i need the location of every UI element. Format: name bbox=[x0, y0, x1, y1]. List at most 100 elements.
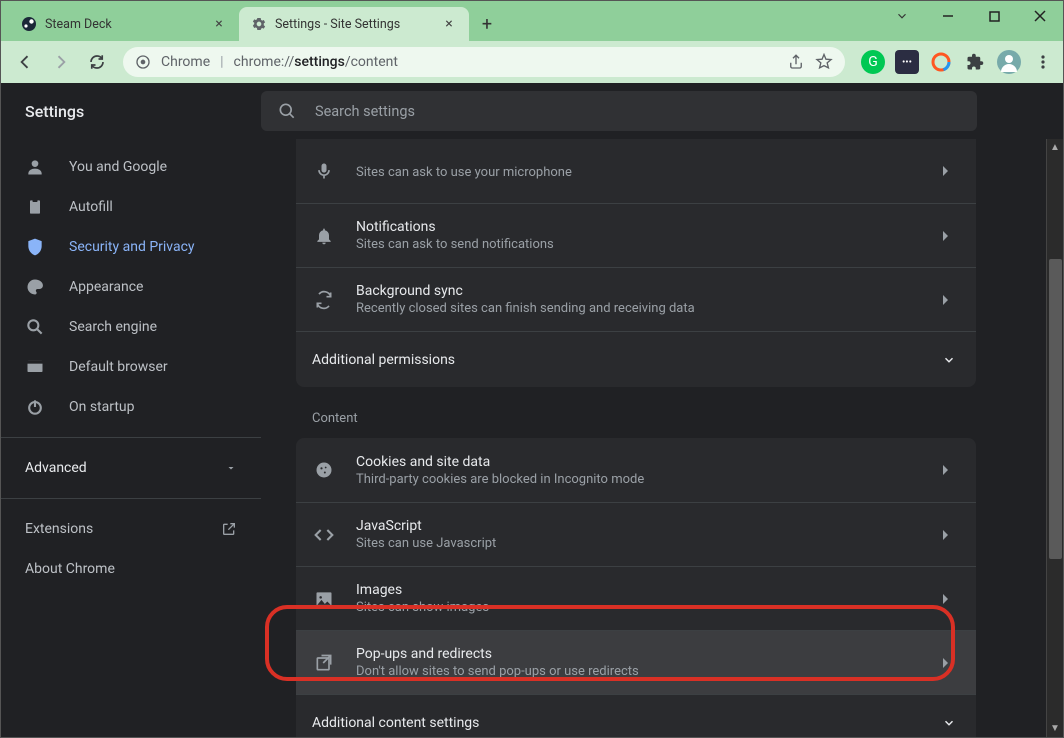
sidebar-item-label: Search engine bbox=[69, 319, 157, 335]
expander-label: Additional content settings bbox=[312, 715, 479, 731]
scroll-thumb[interactable] bbox=[1049, 259, 1062, 559]
browser-toolbar: Chrome | chrome://settings/content G ••• bbox=[1, 41, 1063, 83]
extension-icons: G ••• bbox=[861, 50, 1055, 74]
sidebar-item-on-startup[interactable]: On startup bbox=[1, 387, 245, 427]
palette-icon bbox=[25, 277, 45, 297]
sidebar-item-label: Extensions bbox=[25, 521, 93, 537]
row-subtitle: Recently closed sites can finish sending… bbox=[356, 301, 916, 316]
row-subtitle: Don't allow sites to send pop-ups or use… bbox=[356, 664, 916, 679]
sidebar-about-chrome[interactable]: About Chrome bbox=[1, 549, 245, 589]
setting-row-images[interactable]: Images Sites can show images bbox=[296, 566, 976, 630]
row-subtitle: Sites can show images bbox=[356, 600, 916, 615]
caret-down-icon[interactable] bbox=[879, 1, 925, 31]
chrome-menu-button[interactable] bbox=[1031, 50, 1055, 74]
sidebar-item-search-engine[interactable]: Search engine bbox=[1, 307, 245, 347]
page-title: Settings bbox=[1, 102, 261, 121]
reload-button[interactable] bbox=[81, 46, 113, 78]
maximize-button[interactable] bbox=[971, 1, 1017, 31]
row-title: Images bbox=[356, 582, 916, 598]
row-subtitle: Third-party cookies are blocked in Incog… bbox=[356, 472, 916, 487]
profile-avatar[interactable] bbox=[997, 50, 1021, 74]
additional-content-expander[interactable]: Additional content settings bbox=[296, 694, 976, 737]
share-icon[interactable] bbox=[787, 53, 805, 71]
setting-row-notifications[interactable]: Notifications Sites can ask to send noti… bbox=[296, 203, 976, 267]
chevron-right-icon bbox=[936, 593, 956, 605]
close-window-button[interactable] bbox=[1017, 1, 1063, 31]
window-controls bbox=[879, 1, 1063, 31]
chevron-right-icon bbox=[936, 464, 956, 476]
new-tab-button[interactable]: + bbox=[473, 10, 501, 38]
sidebar-item-autofill[interactable]: Autofill bbox=[1, 187, 245, 227]
sidebar-item-label: Appearance bbox=[69, 279, 143, 295]
chevron-right-icon bbox=[936, 230, 956, 242]
expander-label: Additional permissions bbox=[312, 352, 455, 368]
setting-row-microphone[interactable]: Sites can ask to use your microphone bbox=[296, 139, 976, 203]
window-titlebar: Steam Deck × Settings - Site Settings × … bbox=[1, 1, 1063, 41]
search-settings-input[interactable]: Search settings bbox=[261, 91, 977, 131]
scroll-up-icon[interactable]: ▲ bbox=[1047, 139, 1063, 156]
bookmark-icon[interactable] bbox=[815, 53, 833, 71]
sidebar-item-default-browser[interactable]: Default browser bbox=[1, 347, 245, 387]
row-title: Notifications bbox=[356, 219, 916, 235]
vertical-scrollbar[interactable]: ▲ ▼ bbox=[1046, 139, 1063, 737]
address-bar[interactable]: Chrome | chrome://settings/content bbox=[123, 47, 845, 77]
extension-circle-icon[interactable] bbox=[929, 50, 953, 74]
content-section-label: Content bbox=[296, 387, 976, 438]
chevron-right-icon bbox=[936, 529, 956, 541]
sync-icon bbox=[312, 288, 336, 312]
extension-grammarly-icon[interactable]: G bbox=[861, 50, 885, 74]
scroll-down-icon[interactable]: ▼ bbox=[1047, 720, 1063, 737]
steam-icon bbox=[21, 16, 37, 32]
code-icon bbox=[312, 523, 336, 547]
gear-icon bbox=[251, 16, 267, 32]
sidebar-item-label: On startup bbox=[69, 399, 135, 415]
sidebar-item-label: You and Google bbox=[69, 159, 167, 175]
mic-icon bbox=[312, 159, 336, 183]
shield-icon bbox=[25, 237, 45, 257]
sidebar-item-you-and-google[interactable]: You and Google bbox=[1, 147, 245, 187]
chevron-down-icon bbox=[225, 462, 237, 474]
chevron-down-icon bbox=[942, 716, 956, 730]
url-display: Chrome | chrome://settings/content bbox=[135, 54, 777, 70]
sidebar-item-security-privacy[interactable]: Security and Privacy bbox=[1, 227, 245, 267]
cookie-icon bbox=[312, 458, 336, 482]
setting-row-popups-redirects[interactable]: Pop-ups and redirects Don't allow sites … bbox=[296, 630, 976, 694]
minimize-button[interactable] bbox=[925, 1, 971, 31]
chevron-down-icon bbox=[942, 353, 956, 367]
setting-row-cookies[interactable]: Cookies and site data Third-party cookie… bbox=[296, 438, 976, 502]
bell-icon bbox=[312, 224, 336, 248]
row-subtitle: Sites can ask to send notifications bbox=[356, 237, 916, 252]
tab-settings[interactable]: Settings - Site Settings × bbox=[239, 7, 469, 41]
close-icon[interactable]: × bbox=[211, 16, 227, 32]
divider bbox=[1, 437, 261, 438]
sidebar-item-appearance[interactable]: Appearance bbox=[1, 267, 245, 307]
external-link-icon bbox=[221, 521, 237, 537]
extensions-puzzle-icon[interactable] bbox=[963, 50, 987, 74]
setting-row-background-sync[interactable]: Background sync Recently closed sites ca… bbox=[296, 267, 976, 331]
back-button[interactable] bbox=[9, 46, 41, 78]
search-icon bbox=[277, 101, 297, 121]
row-title: Background sync bbox=[356, 283, 916, 299]
forward-button[interactable] bbox=[45, 46, 77, 78]
row-title: Cookies and site data bbox=[356, 454, 916, 470]
chrome-origin-icon bbox=[135, 54, 151, 70]
additional-permissions-expander[interactable]: Additional permissions bbox=[296, 331, 976, 387]
tab-strip: Steam Deck × Settings - Site Settings × … bbox=[1, 1, 501, 41]
chevron-right-icon bbox=[936, 294, 956, 306]
row-subtitle: Sites can use Javascript bbox=[356, 536, 916, 551]
sidebar-advanced[interactable]: Advanced bbox=[1, 448, 261, 488]
close-icon[interactable]: × bbox=[441, 16, 457, 32]
image-icon bbox=[312, 587, 336, 611]
tab-label: Settings - Site Settings bbox=[275, 17, 400, 32]
sidebar-extensions[interactable]: Extensions bbox=[1, 509, 261, 549]
sidebar-item-label: Default browser bbox=[69, 359, 168, 375]
row-title: JavaScript bbox=[356, 518, 916, 534]
sidebar-item-label: Autofill bbox=[69, 199, 113, 215]
search-placeholder: Search settings bbox=[315, 103, 415, 120]
person-icon bbox=[25, 157, 45, 177]
popup-icon bbox=[312, 651, 336, 675]
tab-steam-deck[interactable]: Steam Deck × bbox=[9, 7, 239, 41]
power-icon bbox=[25, 397, 45, 417]
setting-row-javascript[interactable]: JavaScript Sites can use Javascript bbox=[296, 502, 976, 566]
extension-bitwarden-icon[interactable]: ••• bbox=[895, 50, 919, 74]
